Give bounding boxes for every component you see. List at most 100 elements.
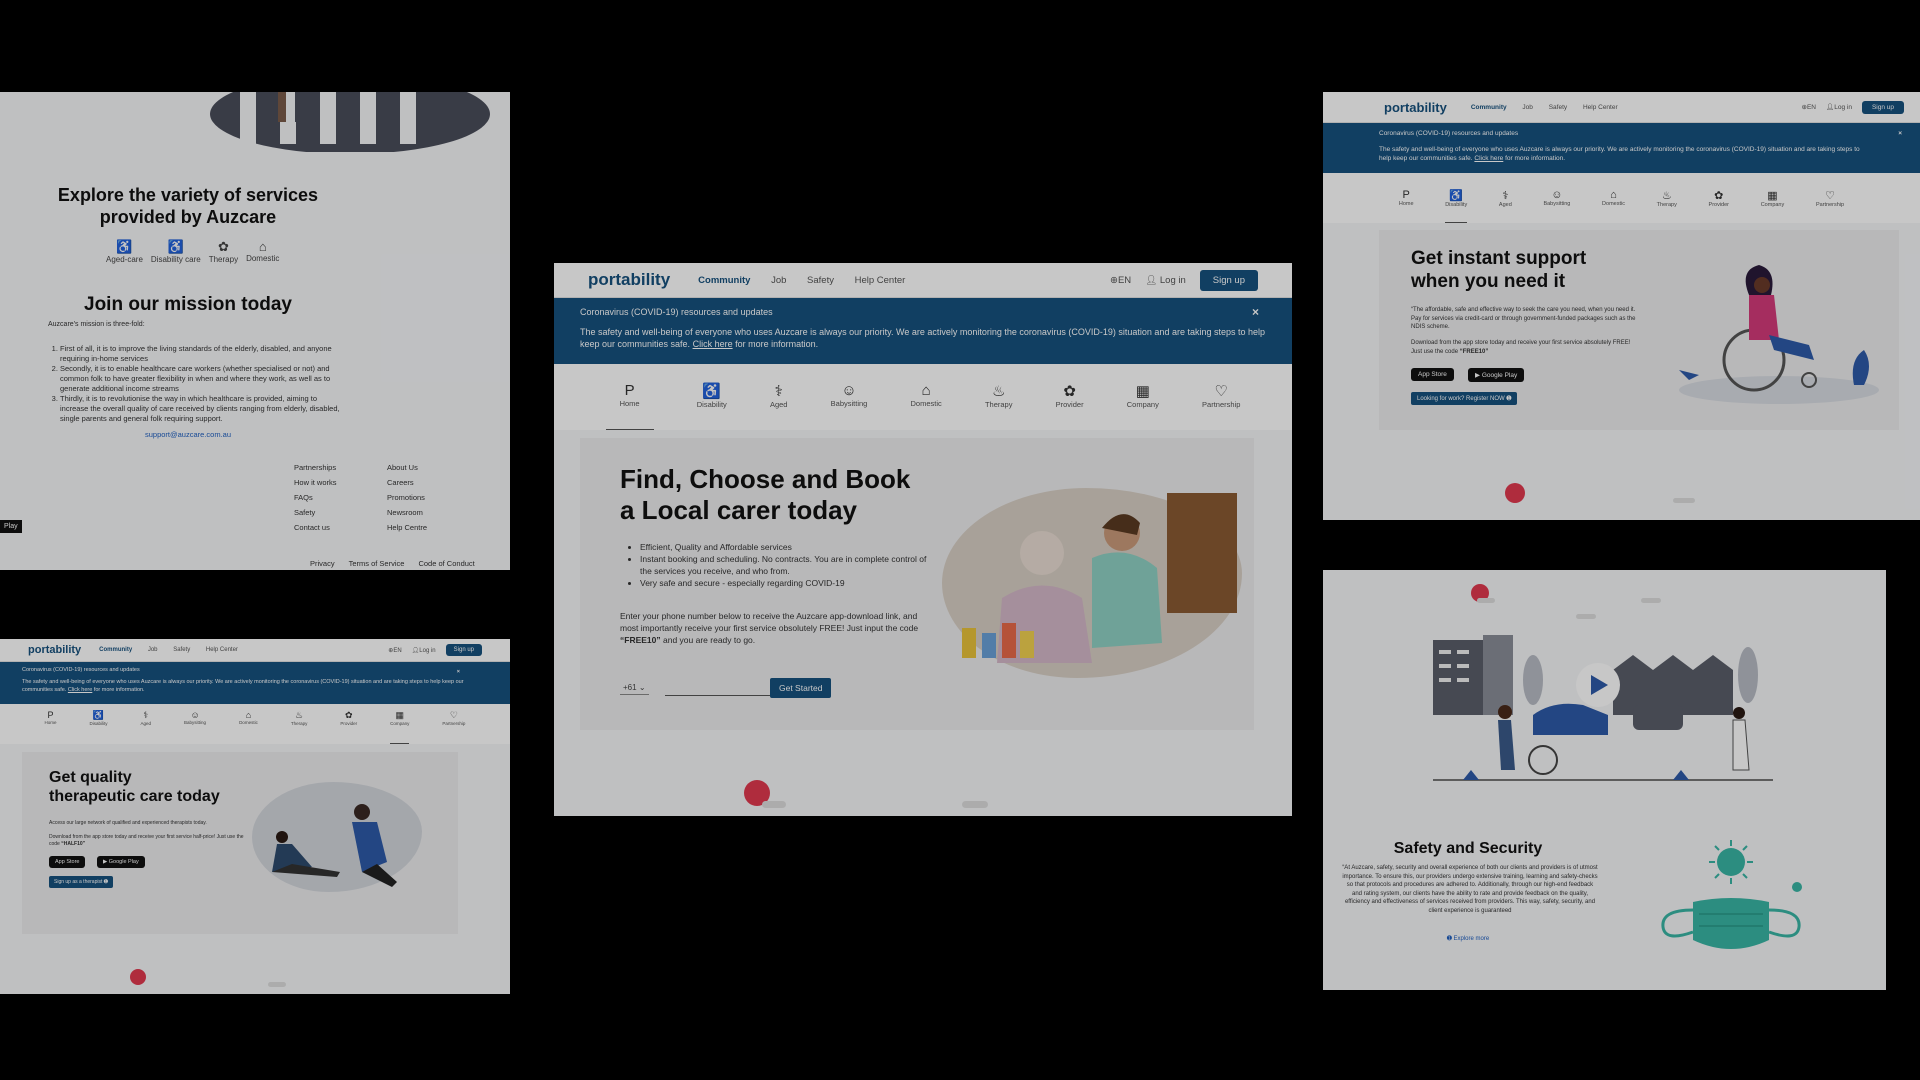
partnership-icon: ♡ <box>1825 190 1835 202</box>
close-icon[interactable]: × <box>1252 306 1259 318</box>
nav-community[interactable]: Community <box>99 647 132 653</box>
category-aged[interactable]: ⚕ Aged <box>141 710 152 744</box>
category-partnership[interactable]: ♡ Partnership <box>1202 382 1240 430</box>
footer-link[interactable]: Help Centre <box>387 523 427 532</box>
service-domestic[interactable]: ⌂ Domestic <box>246 239 279 264</box>
aged-icon: ⚕ <box>774 383 783 400</box>
category-provider[interactable]: ✿ Provider <box>1709 189 1729 223</box>
category-home[interactable]: P Home <box>1399 189 1414 223</box>
language-selector[interactable]: ⊕EN <box>1801 103 1815 111</box>
login-link[interactable]: 👤︎ Log in <box>1145 275 1186 286</box>
category-company[interactable]: ▦ Company <box>1761 189 1785 223</box>
category-home[interactable]: P Home <box>45 710 57 744</box>
support-email-link[interactable]: support@auzcare.com.au <box>0 430 376 439</box>
category-therapy[interactable]: ♨ Therapy <box>291 710 308 744</box>
language-selector[interactable]: ⊕EN <box>1110 275 1131 286</box>
login-link[interactable]: 👤︎Log in <box>412 647 436 654</box>
banner-link[interactable]: Click here <box>1474 155 1503 162</box>
nav-safety[interactable]: Safety <box>1549 104 1567 111</box>
hero-bullets: Efficient, Quality and Affordable servic… <box>620 541 930 589</box>
panel-center: portability Community Job Safety Help Ce… <box>554 263 1292 816</box>
logo[interactable]: portability <box>1384 100 1447 115</box>
nav-help-center[interactable]: Help Center <box>1583 104 1618 111</box>
signup-button[interactable]: Sign up <box>1861 100 1904 114</box>
category-domestic[interactable]: ⌂ Domestic <box>1602 189 1625 223</box>
category-domestic[interactable]: ⌂ Domestic <box>239 710 258 744</box>
hero-bullet: Very safe and secure - especially regard… <box>640 577 930 589</box>
covid-banner: Coronavirus (COVID-19) resources and upd… <box>1323 123 1920 173</box>
therapist-signup-button[interactable]: Sign up as a therapist ➊ <box>49 876 113 888</box>
footer-link[interactable]: Newsroom <box>387 508 427 517</box>
category-aged[interactable]: ⚕ Aged <box>1499 189 1512 223</box>
hero-title: Get quality therapeutic care today <box>49 769 220 805</box>
service-therapy[interactable]: ✿ Therapy <box>209 239 238 264</box>
nav-safety[interactable]: Safety <box>173 647 190 653</box>
nav-community[interactable]: Community <box>1471 104 1507 111</box>
signup-button[interactable]: Sign up <box>1199 269 1258 291</box>
category-home[interactable]: P Home <box>605 382 654 430</box>
category-disability[interactable]: ♿ Disability <box>697 382 727 430</box>
app-store-badge[interactable]: App Store <box>1411 368 1454 381</box>
category-therapy[interactable]: ♨ Therapy <box>985 382 1013 430</box>
country-code-select[interactable]: +61 ⌄ <box>620 681 649 695</box>
nav-safety[interactable]: Safety <box>807 275 834 286</box>
footer-link[interactable]: Contact us <box>294 523 337 532</box>
category-babysitting[interactable]: ☺ Babysitting <box>1543 189 1570 223</box>
footer-link[interactable]: Safety <box>294 508 337 517</box>
category-aged[interactable]: ⚕ Aged <box>770 382 788 430</box>
category-company[interactable]: ▦ Company <box>1127 382 1159 430</box>
privacy-link[interactable]: Privacy <box>310 559 335 568</box>
safety-text: “At Auzcare, safety, security and overal… <box>1342 865 1598 914</box>
footer-link[interactable]: How it works <box>294 478 337 487</box>
nav-help-center[interactable]: Help Center <box>206 647 238 653</box>
category-provider[interactable]: ✿ Provider <box>340 710 357 744</box>
close-icon[interactable]: × <box>457 668 460 676</box>
aged-icon: ⚕ <box>1502 190 1509 202</box>
play-badge-edge[interactable]: Play <box>0 520 22 533</box>
header-right: ⊕EN 👤︎ Log in Sign up <box>1110 269 1258 291</box>
service-aged-care[interactable]: ♿ Aged-care <box>106 239 143 264</box>
footer-link[interactable]: Partnerships <box>294 463 337 472</box>
get-started-button[interactable]: Get Started <box>770 678 832 698</box>
category-company[interactable]: ▦ Company <box>390 710 410 744</box>
category-provider[interactable]: ✿ Provider <box>1056 382 1084 430</box>
footer-link[interactable]: About Us <box>387 463 427 472</box>
category-babysitting[interactable]: ☺ Babysitting <box>184 710 206 744</box>
app-store-badge[interactable]: App Store <box>49 856 86 868</box>
footer-link[interactable]: Careers <box>387 478 427 487</box>
globe-icon: ⊕ <box>1110 274 1118 286</box>
nav-job[interactable]: Job <box>771 275 786 286</box>
banner-link[interactable]: Click here <box>68 687 92 693</box>
google-play-badge[interactable]: ▶ Google Play <box>97 856 145 868</box>
service-disability-care[interactable]: ♿ Disability care <box>151 239 201 264</box>
explore-more-link[interactable]: ➊ Explore more <box>1323 935 1613 942</box>
logo[interactable]: portability <box>588 270 670 290</box>
nav-help-center[interactable]: Help Center <box>855 275 906 286</box>
footer-link[interactable]: Promotions <box>387 493 427 502</box>
terms-link[interactable]: Terms of Service <box>349 559 405 568</box>
close-icon[interactable]: × <box>1898 129 1902 138</box>
login-link[interactable]: 👤︎Log in <box>1826 103 1852 111</box>
phone-input[interactable] <box>665 681 770 696</box>
category-partnership[interactable]: ♡ Partnership <box>1816 189 1844 223</box>
google-play-badge[interactable]: ▶ Google Play <box>1468 368 1525 382</box>
category-partnership[interactable]: ♡ Partnership <box>442 710 465 744</box>
user-icon: 👤︎ <box>1825 104 1835 111</box>
category-babysitting[interactable]: ☺ Babysitting <box>831 382 868 430</box>
category-domestic[interactable]: ⌂ Domestic <box>911 382 942 430</box>
logo[interactable]: portability <box>28 644 81 656</box>
signup-button[interactable]: Sign up <box>445 644 482 656</box>
code-of-conduct-link[interactable]: Code of Conduct <box>418 559 474 568</box>
banner-link[interactable]: Click here <box>693 339 733 349</box>
nav-job[interactable]: Job <box>148 647 158 653</box>
category-disability[interactable]: ♿ Disability <box>1445 189 1468 223</box>
disability-icon: ♿ <box>1449 190 1464 202</box>
register-work-button[interactable]: Looking for work? Register NOW ➊ <box>1411 392 1518 405</box>
language-selector[interactable]: ⊕EN <box>388 647 401 654</box>
footer-link[interactable]: FAQs <box>294 493 337 502</box>
category-disability[interactable]: ♿ Disability <box>90 710 108 744</box>
nav-job[interactable]: Job <box>1522 104 1532 111</box>
nav-community[interactable]: Community <box>698 275 750 286</box>
decor-gray-pill <box>1477 598 1495 603</box>
category-therapy[interactable]: ♨ Therapy <box>1657 189 1677 223</box>
